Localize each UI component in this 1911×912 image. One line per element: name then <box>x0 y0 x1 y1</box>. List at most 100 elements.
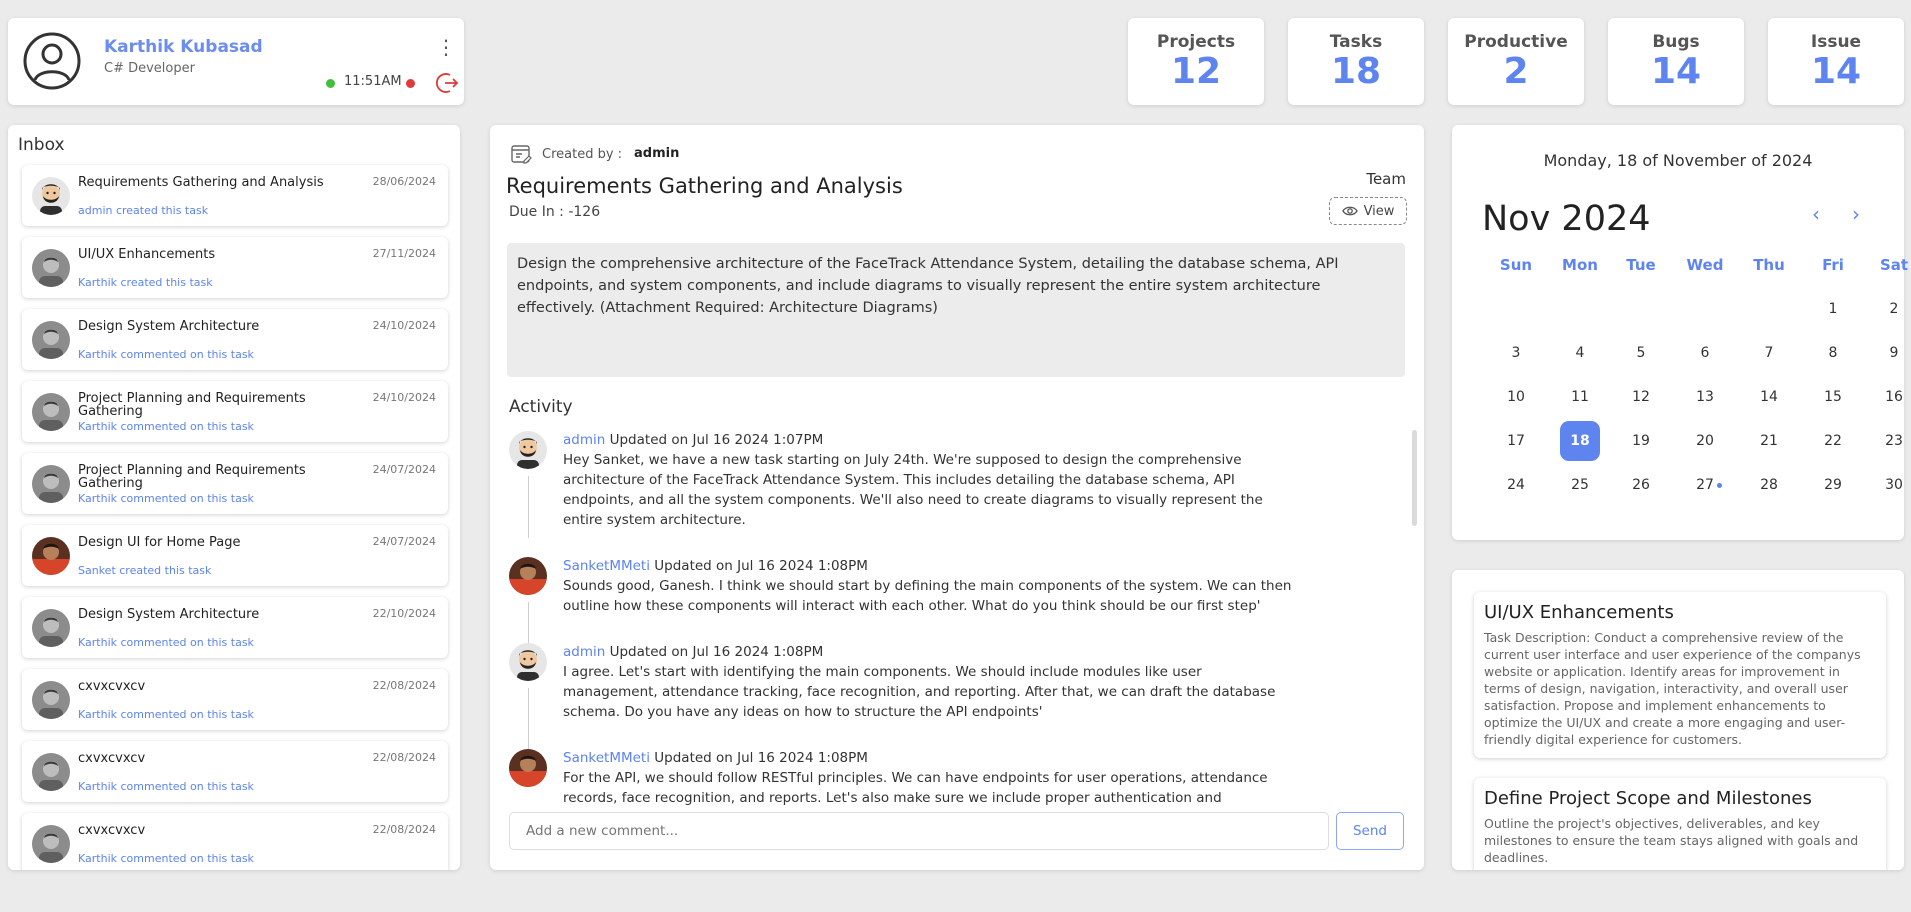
calendar-day[interactable]: 19 <box>1621 421 1661 461</box>
stat-value: 2 <box>1503 51 1529 92</box>
calendar-day[interactable]: 7 <box>1749 333 1789 373</box>
calendar-day[interactable]: 21 <box>1749 421 1789 461</box>
inbox-item-date: 24/10/2024 <box>372 391 436 404</box>
stat-projects[interactable]: Projects 12 <box>1128 18 1264 105</box>
inbox-item[interactable]: Project Planning and Requirements Gather… <box>22 381 448 442</box>
activity-meta: Updated on Jul 16 2024 1:07PM <box>605 432 824 448</box>
stat-tasks[interactable]: Tasks 18 <box>1288 18 1424 105</box>
inbox-item-title: Design UI for Home Page <box>78 535 241 550</box>
task-card[interactable]: UI/UX Enhancements Task Description: Con… <box>1474 592 1886 758</box>
activity-user[interactable]: admin <box>563 644 605 660</box>
calendar-month-label: Nov 2024 <box>1482 199 1651 239</box>
task-card-title: UI/UX Enhancements <box>1484 602 1674 623</box>
activity-title: Activity <box>509 397 573 417</box>
inbox-item-subtitle: Karthik created this task <box>78 276 213 289</box>
activity-feed[interactable]: admin Updated on Jul 16 2024 1:07PM Hey S… <box>509 430 1399 812</box>
weekday-label: Tue <box>1626 256 1656 274</box>
task-card-description: Outline the project's objectives, delive… <box>1484 816 1859 865</box>
stat-value: 14 <box>1650 51 1702 92</box>
inbox-item[interactable]: Design System Architecture Karthik commen… <box>22 309 448 370</box>
activity-user[interactable]: SanketMMeti <box>563 558 650 574</box>
inbox-item-title: cxvxcvxcv <box>78 751 146 766</box>
calendar-day[interactable]: 20 <box>1685 421 1725 461</box>
prev-month-icon[interactable]: ‹ <box>1812 202 1820 226</box>
calendar-day[interactable]: 8 <box>1813 333 1853 373</box>
view-label: View <box>1363 203 1395 219</box>
inbox-item-date: 24/07/2024 <box>372 463 436 476</box>
more-options-icon[interactable]: ⋮ <box>436 37 456 57</box>
send-button[interactable]: Send <box>1336 812 1404 850</box>
calendar-day[interactable]: 11 <box>1560 377 1600 417</box>
inbox-item[interactable]: Project Planning and Requirements Gather… <box>22 453 448 514</box>
calendar-day[interactable]: 22 <box>1813 421 1853 461</box>
calendar-day[interactable]: 9 <box>1874 333 1911 373</box>
calendar-day[interactable]: 2 <box>1874 289 1911 329</box>
avatar <box>509 431 547 469</box>
activity-user[interactable]: admin <box>563 432 605 448</box>
calendar-day[interactable]: 14 <box>1749 377 1789 417</box>
calendar-day[interactable]: 3 <box>1496 333 1536 373</box>
activity-entry: SanketMMeti Updated on Jul 16 2024 1:08P… <box>509 556 1399 664</box>
calendar-day[interactable]: 24 <box>1496 465 1536 505</box>
online-status-dot <box>326 79 335 88</box>
inbox-item[interactable]: Design System Architecture Karthik commen… <box>22 597 448 658</box>
activity-text: Sounds good, Ganesh. I think we should s… <box>563 578 1292 614</box>
inbox-item[interactable]: cxvxcvxcv Karthik commented on this task 2… <box>22 813 448 870</box>
calendar-day[interactable]: 25 <box>1560 465 1600 505</box>
task-card[interactable]: Define Project Scope and Milestones Outl… <box>1474 778 1886 870</box>
calendar-day[interactable]: 26 <box>1621 465 1661 505</box>
activity-user[interactable]: SanketMMeti <box>563 750 650 766</box>
inbox-item-date: 22/08/2024 <box>372 679 436 692</box>
calendar-day[interactable]: 15 <box>1813 377 1853 417</box>
stat-issue[interactable]: Issue 14 <box>1768 18 1904 105</box>
inbox-item-title: Project Planning and Requirements Gather… <box>78 463 306 491</box>
activity-header: SanketMMeti Updated on Jul 16 2024 1:08P… <box>563 556 1399 576</box>
activity-header: admin Updated on Jul 16 2024 1:07PM <box>563 430 1399 450</box>
task-title: Requirements Gathering and Analysis <box>506 174 903 198</box>
event-dot <box>1717 483 1722 488</box>
activity-text: For the API, we should follow RESTful pr… <box>563 770 1268 812</box>
calendar-day[interactable]: 29 <box>1813 465 1853 505</box>
eye-icon <box>1341 206 1358 216</box>
avatar <box>32 249 70 287</box>
next-month-icon[interactable]: › <box>1852 202 1860 226</box>
avatar <box>32 321 70 359</box>
comment-input[interactable] <box>509 812 1329 850</box>
calendar-day-today[interactable]: 18 <box>1560 421 1600 461</box>
view-team-button[interactable]: View <box>1329 197 1407 225</box>
calendar-day[interactable]: 5 <box>1621 333 1661 373</box>
calendar-day[interactable]: 13 <box>1685 377 1725 417</box>
inbox-item[interactable]: UI/UX Enhancements Karthik created this t… <box>22 237 448 298</box>
inbox-item[interactable]: Requirements Gathering and Analysis admin… <box>22 165 448 226</box>
inbox-item-title: cxvxcvxcv <box>78 823 146 838</box>
activity-header: SanketMMeti Updated on Jul 16 2024 1:08P… <box>563 748 1399 768</box>
calendar-day[interactable]: 23 <box>1874 421 1911 461</box>
calendar-day[interactable]: 4 <box>1560 333 1600 373</box>
stat-bugs[interactable]: Bugs 14 <box>1608 18 1744 105</box>
calendar-day[interactable]: 17 <box>1496 421 1536 461</box>
avatar <box>509 557 547 595</box>
stat-value: 12 <box>1170 51 1222 92</box>
inbox-item-subtitle: Sanket created this task <box>78 564 212 577</box>
inbox-panel: Inbox Requirements Gathering and Analysi… <box>8 125 460 870</box>
calendar-day[interactable]: 6 <box>1685 333 1725 373</box>
stat-label: Issue <box>1810 32 1862 52</box>
weekday-label: Sun <box>1499 256 1533 274</box>
inbox-item-date: 24/10/2024 <box>372 319 436 332</box>
calendar-day[interactable]: 10 <box>1496 377 1536 417</box>
current-time: 11:51AM <box>344 74 402 89</box>
inbox-item[interactable]: Design UI for Home Page Sanket created th… <box>22 525 448 586</box>
inbox-item[interactable]: cxvxcvxcv Karthik commented on this task 2… <box>22 741 448 802</box>
calendar-day[interactable]: 12 <box>1621 377 1661 417</box>
logout-icon[interactable] <box>436 71 460 95</box>
calendar-day[interactable]: 1 <box>1813 289 1853 329</box>
activity-entry: admin Updated on Jul 16 2024 1:08PM I agr… <box>509 642 1399 750</box>
calendar-day[interactable]: 28 <box>1749 465 1789 505</box>
inbox-item[interactable]: cxvxcvxcv Karthik commented on this task 2… <box>22 669 448 730</box>
activity-scrollbar[interactable] <box>1412 430 1417 526</box>
calendar-day[interactable]: 16 <box>1874 377 1911 417</box>
inbox-item-title: UI/UX Enhancements <box>78 247 216 262</box>
calendar-day[interactable]: 30 <box>1874 465 1911 505</box>
calendar-full-date: Monday, 18 of November of 2024 <box>1543 151 1813 170</box>
stat-productive[interactable]: Productive 2 <box>1448 18 1584 105</box>
